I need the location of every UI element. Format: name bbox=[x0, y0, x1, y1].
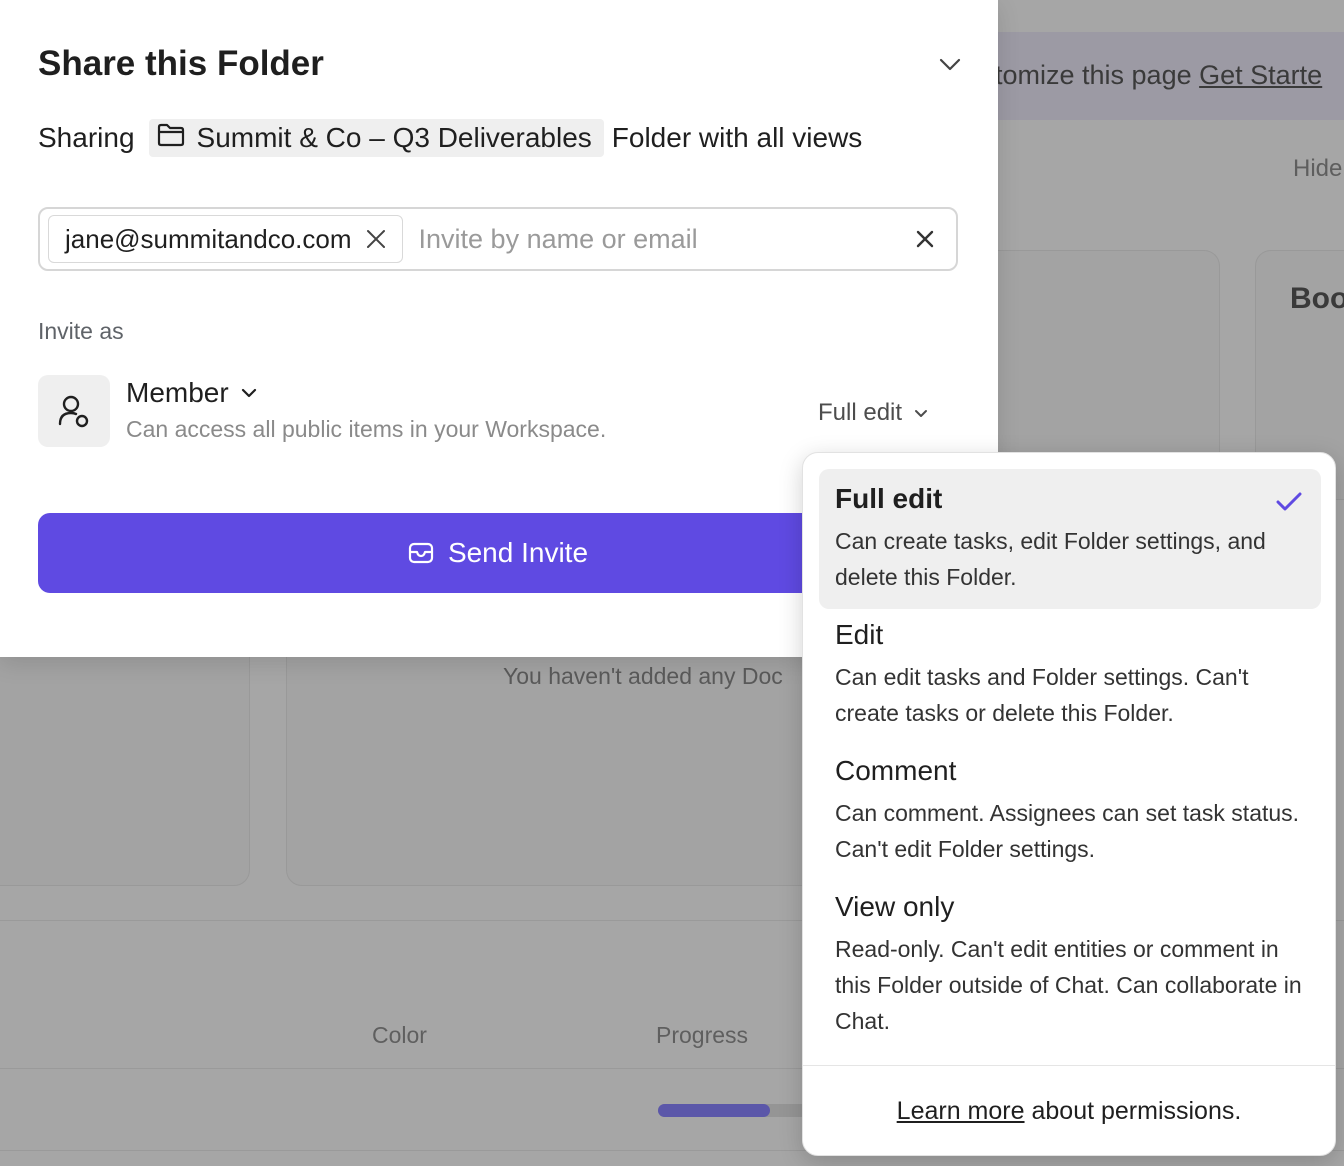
permission-menu: Full edit Can create tasks, edit Folder … bbox=[802, 452, 1336, 1156]
folder-name: Summit & Co – Q3 Deliverables bbox=[196, 122, 592, 153]
sharing-summary: Sharing Summit & Co – Q3 Deliverables Fo… bbox=[38, 119, 862, 157]
option-description: Can comment. Assignees can set task stat… bbox=[835, 800, 1300, 862]
sharing-suffix: Folder with all views bbox=[611, 122, 863, 153]
mail-icon bbox=[408, 542, 434, 564]
permission-select[interactable]: Full edit bbox=[818, 398, 928, 428]
invitee-email: jane@summitandco.com bbox=[65, 223, 352, 254]
option-description: Read-only. Can't edit entities or commen… bbox=[835, 936, 1302, 1034]
permission-option-full-edit[interactable]: Full edit Can create tasks, edit Folder … bbox=[819, 469, 1321, 609]
chevron-down-icon bbox=[939, 58, 961, 77]
role-name: Member bbox=[126, 377, 229, 408]
hide-button[interactable]: Hide bbox=[1293, 155, 1342, 183]
role-select[interactable]: Member bbox=[126, 375, 257, 411]
close-icon bbox=[916, 230, 934, 248]
learn-more-link[interactable]: Learn more bbox=[897, 1097, 1025, 1125]
sharing-prefix: Sharing bbox=[38, 122, 135, 153]
permission-option-view-only[interactable]: View only Read-only. Can't edit entities… bbox=[819, 877, 1321, 1053]
chevron-down-icon bbox=[241, 388, 257, 398]
invitee-chip: jane@summitandco.com bbox=[48, 215, 403, 263]
column-header-progress: Progress bbox=[656, 1022, 749, 1048]
send-invite-label: Send Invite bbox=[447, 537, 589, 568]
invite-input[interactable] bbox=[418, 217, 859, 261]
option-title: Edit bbox=[835, 619, 884, 650]
empty-docs-text: You haven't added any Doc bbox=[503, 663, 783, 689]
role-description: Can access all public items in your Work… bbox=[126, 416, 607, 442]
column-header-color: Color bbox=[372, 1022, 427, 1048]
modal-title: Share this Folder bbox=[38, 44, 324, 83]
permission-option-comment[interactable]: Comment Can comment. Assignees can set t… bbox=[819, 741, 1321, 881]
footer-text: about permissions. bbox=[1024, 1097, 1242, 1125]
member-icon bbox=[56, 393, 92, 429]
chevron-down-icon bbox=[914, 409, 928, 418]
remove-invitee-icon[interactable] bbox=[366, 229, 386, 249]
permissions-footer: Learn more about permissions. bbox=[803, 1097, 1335, 1126]
folder-chip: Summit & Co – Q3 Deliverables bbox=[148, 119, 604, 157]
invite-field[interactable]: jane@summitandco.com bbox=[38, 207, 958, 271]
get-started-link[interactable]: Get Starte bbox=[1199, 60, 1322, 90]
permission-option-edit[interactable]: Edit Can edit tasks and Folder settings.… bbox=[819, 605, 1321, 745]
checkmark-icon bbox=[1275, 491, 1303, 518]
option-title: Comment bbox=[835, 755, 957, 786]
banner-text: tomize this page Get Starte bbox=[995, 60, 1323, 90]
menu-divider bbox=[803, 1065, 1335, 1066]
permission-selected-label: Full edit bbox=[818, 399, 903, 426]
option-description: Can create tasks, edit Folder settings, … bbox=[835, 528, 1266, 590]
option-title: View only bbox=[835, 891, 955, 922]
member-role-icon-box bbox=[38, 375, 110, 447]
progress-fill bbox=[658, 1104, 770, 1117]
option-title: Full edit bbox=[835, 483, 943, 514]
option-description: Can edit tasks and Folder settings. Can'… bbox=[835, 664, 1249, 726]
invite-as-label: Invite as bbox=[38, 318, 124, 344]
folder-icon bbox=[157, 122, 185, 154]
card-title: Boo bbox=[1290, 282, 1344, 315]
clear-invite-button[interactable] bbox=[912, 226, 938, 252]
collapse-button[interactable] bbox=[935, 52, 965, 82]
